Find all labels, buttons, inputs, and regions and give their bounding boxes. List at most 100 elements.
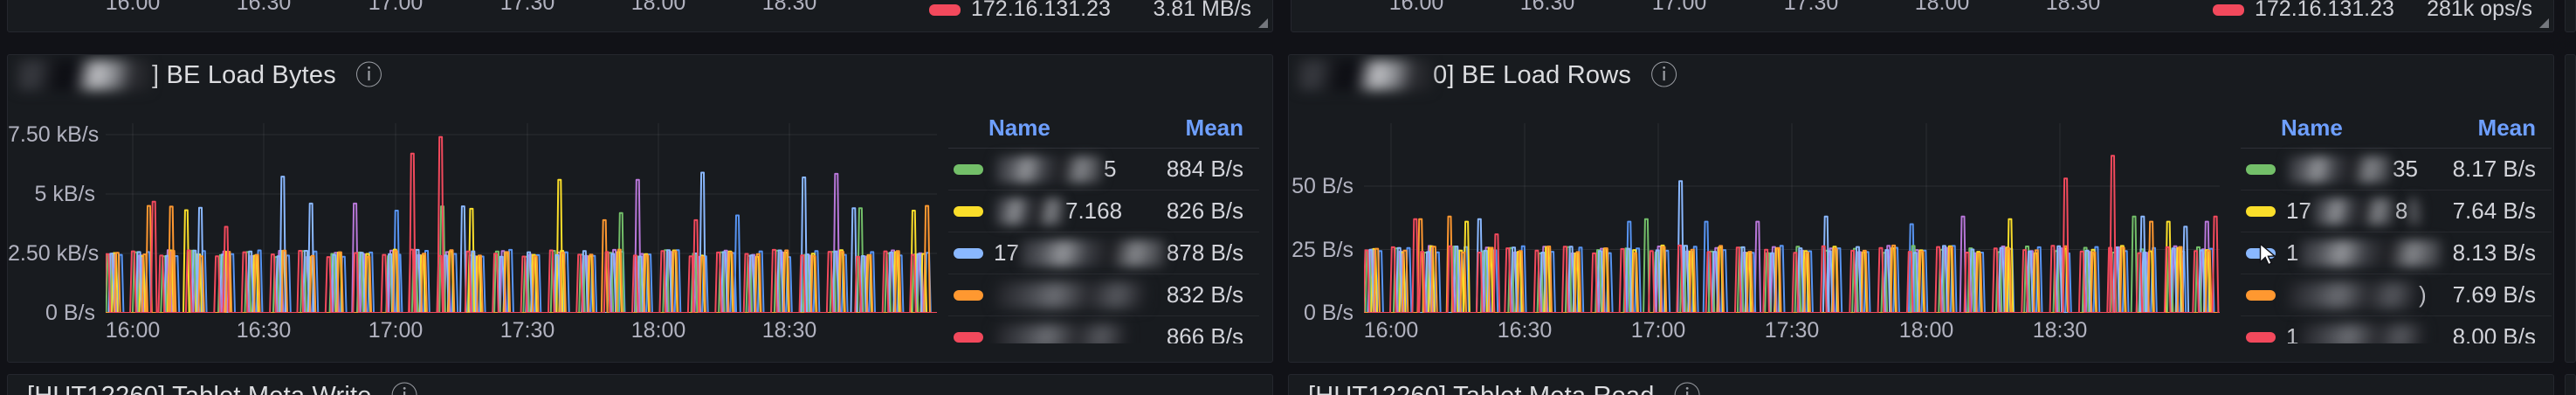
legend-series-name[interactable]: 1	[2286, 323, 2426, 343]
legend-header-row: Name Mean	[948, 107, 1259, 149]
legend-series-name[interactable]: 7.168	[994, 198, 1122, 225]
name-fragment: 35	[2393, 156, 2418, 183]
x-tick-label: 18:00	[606, 0, 711, 16]
series-color-marker	[954, 248, 983, 259]
panel-header: [HUT12260] Tablet Meta Write ⓘ	[17, 378, 1264, 395]
legend-mean-value: 8.13 B/s	[2453, 239, 2536, 267]
panel-title[interactable]: [HUT12260] Tablet Meta Read	[1308, 382, 1655, 395]
info-icon[interactable]: ⓘ	[355, 62, 382, 89]
x-tick-label: 18:30	[737, 317, 842, 343]
panel-title[interactable]: ] BE Load Bytes	[152, 61, 336, 90]
legend-item[interactable]: 172.16.131.23 281k ops/s	[2213, 0, 2541, 24]
grafana-dashboard-page: 172.16.131.23 3.81 MB/s 16:00 16:30 17:00 1…	[0, 0, 2576, 395]
x-tick-label: 16:00	[1364, 0, 1469, 16]
name-fragment: 17	[2286, 198, 2311, 225]
panel-below-edge	[2565, 374, 2576, 395]
x-tick-label: 18:00	[1874, 317, 1979, 343]
series-color-marker	[2246, 332, 2276, 343]
redacted-name-blur	[2300, 324, 2424, 344]
panel-header: ] BE Load Bytes ⓘ	[17, 58, 1264, 93]
legend-row[interactable]: 866 B/s	[948, 316, 1259, 343]
name-fragment: 1	[2286, 239, 2298, 267]
time-series-plot[interactable]	[1364, 123, 2220, 313]
legend-row[interactable]: 17 8 7.64 B/s	[2241, 191, 2552, 232]
legend-mean-value: 7.69 B/s	[2453, 281, 2536, 308]
x-tick-label: 16:30	[1472, 317, 1577, 343]
legend-row[interactable]: 7.168 826 B/s	[948, 191, 1259, 232]
panel-below-tablet-meta-read: [HUT12260] Tablet Meta Read ⓘ	[1288, 374, 2554, 395]
info-icon[interactable]: ⓘ	[391, 383, 418, 395]
redacted-name-blur	[995, 198, 1064, 225]
name-fragment: 1	[2286, 323, 2298, 343]
legend-series-name[interactable]: 17 8	[2286, 198, 2421, 225]
legend-series-name[interactable]: 172.16.131.23	[2255, 0, 2394, 22]
redacted-name-blur	[995, 324, 1126, 344]
legend-series-value: 281k ops/s	[2427, 0, 2532, 22]
y-tick-label: 7.50 kB/s	[8, 121, 95, 148]
name-fragment: 8	[2395, 198, 2407, 225]
legend-row[interactable]: 17878 B/s	[948, 232, 1259, 274]
series-color-marker	[954, 290, 983, 301]
series-color-marker	[2246, 164, 2276, 175]
y-tick-label: 5 kB/s	[8, 181, 95, 207]
x-tick-label: 18:30	[2021, 0, 2125, 16]
legend-row[interactable]: 832 B/s	[948, 274, 1259, 316]
panel-be-load-rows: 0] BE Load Rows ⓘ Name Mean 358.17 B/s17…	[1288, 54, 2554, 363]
legend-header-mean[interactable]: Mean	[2478, 114, 2536, 142]
legend-mean-value: 7.64 B/s	[2453, 198, 2536, 225]
legend-mean-value: 8.17 B/s	[2453, 156, 2536, 183]
redacted-name-blur	[1021, 240, 1165, 267]
name-fragment: 5	[1104, 156, 1116, 183]
panel-header: 0] BE Load Rows ⓘ	[1298, 58, 2545, 93]
legend-row[interactable]: ) 7.69 B/s	[2241, 274, 2552, 316]
x-tick-label: 18:00	[1890, 0, 1994, 16]
series-color-marker	[2246, 206, 2276, 217]
legend-header-name[interactable]: Name	[988, 114, 1050, 142]
redacted-title-prefix	[1298, 60, 1430, 90]
legend-series-name[interactable]: 35	[2286, 156, 2418, 183]
name-fragment: 17	[994, 239, 1019, 267]
y-tick-label: 50 B/s	[1289, 173, 1353, 199]
legend-series-name[interactable]: 1	[2286, 239, 2443, 267]
name-fragment: )	[2419, 281, 2427, 308]
x-tick-label: 16:30	[211, 317, 316, 343]
legend-series-name[interactable]	[994, 324, 1128, 344]
redacted-name-blur	[2409, 198, 2420, 225]
legend-header-mean[interactable]: Mean	[1186, 114, 1243, 142]
panel-title[interactable]: 0] BE Load Rows	[1433, 61, 1631, 90]
legend-row[interactable]: 18.00 B/s	[2241, 316, 2552, 343]
x-tick-label: 17:30	[475, 317, 580, 343]
legend-header-row: Name Mean	[2241, 107, 2552, 149]
legend-series-name[interactable]: )	[2286, 281, 2427, 308]
panel-above-left: 172.16.131.23 3.81 MB/s 16:0016:3017:001…	[7, 0, 1273, 32]
legend-series-name[interactable]: 5	[994, 156, 1116, 183]
legend-series-name[interactable]	[994, 282, 1147, 308]
legend-table: Name Mean 5884 B/s7.168826 B/s17878 B/s8…	[948, 107, 1259, 343]
series-color-marker	[954, 164, 983, 175]
legend-row[interactable]: 1 8.13 B/s	[2241, 232, 2552, 274]
panel-title[interactable]: [HUT12260] Tablet Meta Write	[27, 382, 372, 395]
legend-series-name[interactable]: 17	[994, 239, 1167, 267]
y-tick-label: 25 B/s	[1289, 237, 1353, 263]
legend-mean-value: 826 B/s	[1167, 198, 1243, 225]
time-series-plot[interactable]	[106, 123, 937, 313]
series-color-marker	[2246, 290, 2276, 301]
legend-series-value: 3.81 MB/s	[1153, 0, 1251, 22]
legend-row[interactable]: 35 8.17 B/s	[2241, 149, 2552, 191]
redacted-name-blur	[2300, 240, 2442, 267]
x-tick-label: 16:00	[80, 317, 185, 343]
redacted-name-blur	[2288, 282, 2417, 308]
x-tick-label: 17:00	[1627, 0, 1732, 16]
info-icon[interactable]: ⓘ	[1674, 383, 1701, 395]
x-tick-label: 18:00	[606, 317, 711, 343]
legend-row[interactable]: 5884 B/s	[948, 149, 1259, 191]
x-tick-label: 17:00	[1606, 317, 1711, 343]
legend-header-name[interactable]: Name	[2281, 114, 2343, 142]
panel-resize-handle-icon[interactable]	[2539, 18, 2549, 28]
panel-resize-handle-icon[interactable]	[1258, 18, 1268, 28]
info-icon[interactable]: ⓘ	[1650, 62, 1677, 89]
series-color-marker	[929, 4, 961, 16]
panel-header: [HUT12260] Tablet Meta Read ⓘ	[1298, 378, 2545, 395]
legend-item[interactable]: 172.16.131.23 3.81 MB/s	[929, 0, 1260, 24]
legend-series-name[interactable]: 172.16.131.23	[971, 0, 1111, 22]
